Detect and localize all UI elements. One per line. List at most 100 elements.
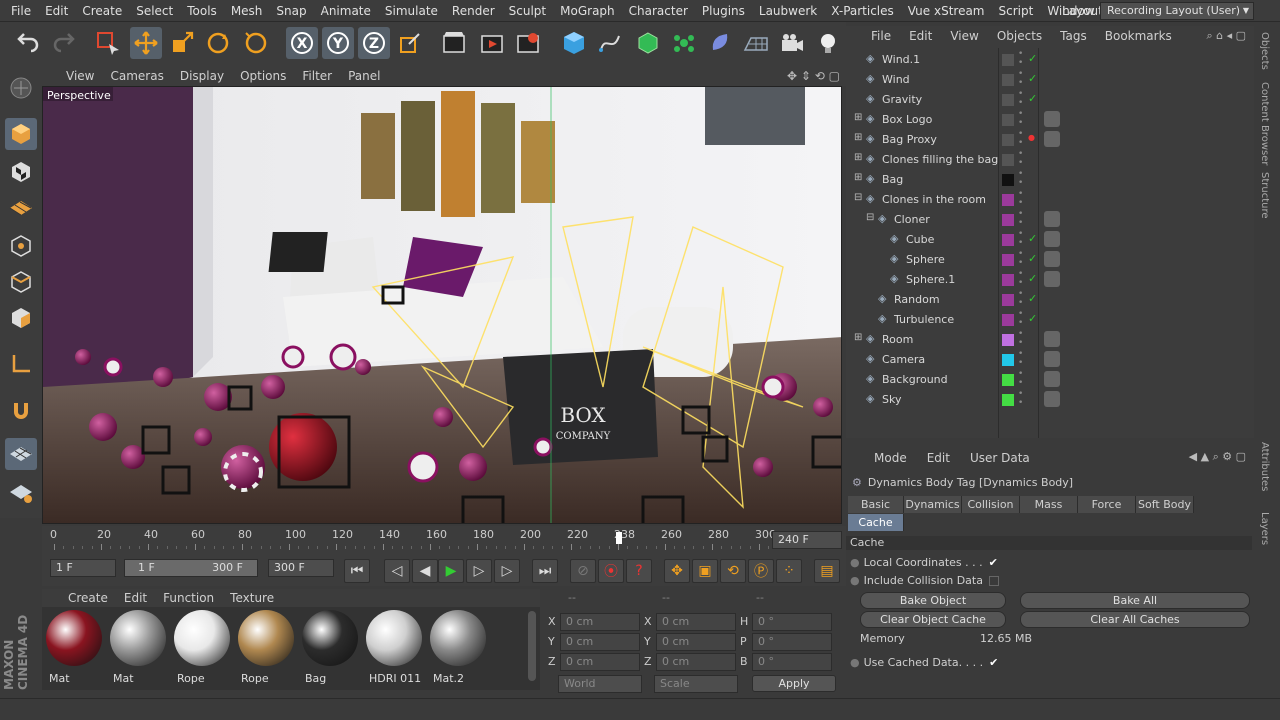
object-tag-icon[interactable] [1044, 111, 1060, 127]
deformer-icon[interactable] [704, 27, 736, 59]
material-scrollbar[interactable] [528, 611, 536, 681]
render-picture-viewer-icon[interactable] [476, 27, 508, 59]
end-frame-field[interactable]: 300 F [268, 559, 334, 577]
object-row[interactable]: ◈ Sky • • [846, 390, 1254, 410]
floor-icon[interactable] [740, 27, 772, 59]
layer-color-swatch[interactable] [1002, 274, 1014, 286]
expand-toggle-icon[interactable]: ⊟ [854, 192, 862, 203]
cube-icon[interactable] [558, 27, 590, 59]
object-tag-icon[interactable] [1044, 131, 1060, 147]
layer-color-swatch[interactable] [1002, 94, 1014, 106]
layer-color-swatch[interactable] [1002, 54, 1014, 66]
layer-color-swatch[interactable] [1002, 114, 1014, 126]
material-menu-texture[interactable]: Texture [222, 589, 282, 607]
move-icon[interactable] [130, 27, 162, 59]
attribute-menu-edit[interactable]: Edit [917, 446, 960, 470]
workplane-mode-icon[interactable] [5, 438, 37, 470]
polygons-mode-icon[interactable] [5, 302, 37, 334]
tab-force[interactable]: Force [1078, 496, 1136, 513]
attribute-menu-mode[interactable]: Mode [864, 446, 917, 470]
tab-dynamics[interactable]: Dynamics [904, 496, 962, 513]
local-coordinates-checkbox[interactable]: ✔ [989, 556, 998, 569]
layer-color-swatch[interactable] [1002, 134, 1014, 146]
object-row[interactable]: ⊟ ◈ Clones in the room • • [846, 190, 1254, 210]
redo-icon[interactable] [48, 27, 80, 59]
previous-key-icon[interactable]: ◁ [384, 559, 410, 583]
enabled-check-icon[interactable]: ✓ [1028, 92, 1037, 105]
layer-color-swatch[interactable] [1002, 334, 1014, 346]
apply-button[interactable]: Apply [752, 675, 836, 692]
visibility-dots-icon[interactable]: • • [1018, 250, 1023, 268]
coord-value-field[interactable]: 0 cm [560, 653, 640, 671]
object-row[interactable]: ⊞ ◈ Room • • [846, 330, 1254, 350]
viewport-menu-panel[interactable]: Panel [340, 66, 388, 86]
layer-color-swatch[interactable] [1002, 234, 1014, 246]
object-row[interactable]: ⊟ ◈ Cloner • • [846, 210, 1254, 230]
next-key-icon[interactable]: ▷ [494, 559, 520, 583]
make-editable-icon[interactable] [5, 72, 37, 104]
visibility-dots-icon[interactable]: • • [1018, 350, 1023, 368]
expand-toggle-icon[interactable]: ⊞ [854, 172, 862, 183]
menu-snap[interactable]: Snap [269, 0, 313, 22]
menu-edit[interactable]: Edit [38, 0, 75, 22]
visibility-dots-icon[interactable]: • • [1018, 270, 1023, 288]
menu-plugins[interactable]: Plugins [695, 0, 752, 22]
planar-workplane-icon[interactable] [5, 476, 37, 508]
object-menu-edit[interactable]: Edit [900, 26, 941, 46]
subdivision-surface-icon[interactable] [632, 27, 664, 59]
go-to-start-icon[interactable]: ⏮ [344, 559, 370, 583]
timeline[interactable]: 0 20 40 60 80 100 120 140 160 180 200 220 238 260 280 3… [42, 526, 846, 556]
layer-color-swatch[interactable] [1002, 74, 1014, 86]
tab-mass[interactable]: Mass [1020, 496, 1078, 513]
timeline-end-field[interactable]: 240 F [772, 531, 842, 549]
z-axis-icon[interactable]: Z [358, 27, 390, 59]
menu-tools[interactable]: Tools [180, 0, 224, 22]
start-frame-field[interactable]: 1 F [50, 559, 116, 577]
go-to-end-icon[interactable]: ⏭ [532, 559, 558, 583]
include-collision-row[interactable]: ● Include Collision Data [850, 574, 999, 587]
visibility-dots-icon[interactable]: • • [1018, 90, 1023, 108]
undo-icon[interactable] [12, 27, 44, 59]
coord-value-field[interactable]: 0 ° [752, 653, 832, 671]
object-row[interactable]: ⊞ ◈ Bag • • [846, 170, 1254, 190]
use-cached-data-checkbox[interactable]: ✔ [989, 656, 998, 669]
visibility-dots-icon[interactable]: • • [1018, 290, 1023, 308]
visibility-dots-icon[interactable]: • • [1018, 50, 1023, 68]
tab-basic[interactable]: Basic [848, 496, 904, 513]
use-cached-data-row[interactable]: ● Use Cached Data. . . . ✔ [850, 656, 998, 669]
menu-render[interactable]: Render [445, 0, 502, 22]
include-collision-checkbox[interactable] [988, 575, 999, 586]
render-view-icon[interactable] [438, 27, 470, 59]
object-menu-view[interactable]: View [941, 26, 987, 46]
tab-cache[interactable]: Cache [848, 514, 904, 531]
enabled-check-icon[interactable]: ✓ [1028, 72, 1037, 85]
side-tab-objects[interactable]: Objects [1259, 32, 1270, 70]
scale-select[interactable]: Scale [654, 675, 738, 693]
object-name[interactable]: Random [894, 293, 940, 306]
x-axis-icon[interactable]: X [286, 27, 318, 59]
object-name[interactable]: Sphere [906, 253, 945, 266]
visibility-dots-icon[interactable]: • • [1018, 70, 1023, 88]
viewport-menu-cameras[interactable]: Cameras [102, 66, 171, 86]
visibility-dots-icon[interactable]: • • [1018, 110, 1023, 128]
cloner-icon[interactable] [668, 27, 700, 59]
coord-value-field[interactable]: 0 cm [560, 613, 640, 631]
autokey-icon[interactable]: ? [626, 559, 652, 583]
object-name[interactable]: Bag Proxy [882, 133, 937, 146]
layout-select[interactable]: Recording Layout (User) [1100, 2, 1254, 20]
coord-value-field[interactable]: 0 cm [656, 633, 736, 651]
enabled-check-icon[interactable]: ✓ [1028, 232, 1037, 245]
object-tag-icon[interactable] [1044, 371, 1060, 387]
expand-toggle-icon[interactable]: ⊞ [854, 332, 862, 343]
object-tag-icon[interactable] [1044, 231, 1060, 247]
material-menu-create[interactable]: Create [60, 589, 116, 607]
object-tag-icon[interactable] [1044, 251, 1060, 267]
bake-object-button[interactable]: Bake Object [860, 592, 1006, 609]
object-menu-file[interactable]: File [862, 26, 900, 46]
object-tag-icon[interactable] [1044, 271, 1060, 287]
visibility-dots-icon[interactable]: • • [1018, 370, 1023, 388]
pen-spline-icon[interactable] [594, 27, 626, 59]
menu-simulate[interactable]: Simulate [378, 0, 445, 22]
tab-soft-body[interactable]: Soft Body [1136, 496, 1194, 513]
clear-object-cache-button[interactable]: Clear Object Cache [860, 611, 1006, 628]
